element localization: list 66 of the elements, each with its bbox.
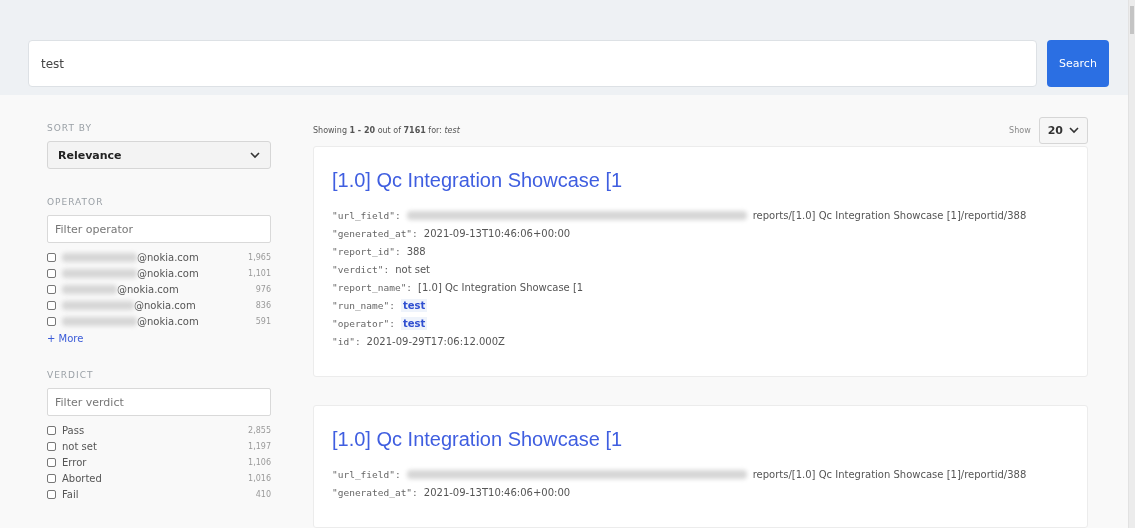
field-value: test [400, 316, 428, 330]
chevron-down-icon [1069, 126, 1079, 134]
chevron-down-icon [250, 151, 260, 159]
field-value: 388 [406, 245, 426, 257]
facet-count: 591 [255, 316, 271, 326]
checkbox[interactable] [47, 473, 56, 483]
field-key: "report_name": [332, 281, 413, 293]
facet-count: 1,197 [248, 441, 271, 451]
checkbox[interactable] [47, 300, 56, 310]
field-value: reports/[1.0] Qc Integration Showcase [1]/reportid/388 [752, 209, 1027, 221]
search-button[interactable]: Search [1047, 40, 1109, 87]
section-title: OPERATOR [47, 197, 105, 207]
facet-count: 1,965 [248, 252, 271, 262]
checkbox[interactable] [47, 425, 56, 435]
filter-field[interactable]: Filter operator [47, 215, 271, 243]
checkbox[interactable] [47, 441, 56, 451]
facet-label: @nokia.com [137, 267, 200, 279]
field-value: test [400, 298, 428, 312]
facet-label: @nokia.com [117, 283, 180, 295]
facet-label: @nokia.com [134, 299, 197, 311]
facet-label: Error [62, 456, 88, 468]
field-key: "generated_at": [332, 227, 418, 239]
facet-label: Pass [62, 424, 86, 436]
results-summary: Showing 1 - 20 out of 7161 for: test [313, 125, 460, 135]
field-value: 2021-09-13T10:46:06+00:00 [423, 486, 571, 498]
field-key: "run_name": [332, 299, 395, 311]
facet-label: Fail [62, 488, 80, 500]
facet-count: 976 [255, 284, 271, 294]
field-value: reports/[1.0] Qc Integration Showcase [1]/reportid/388 [752, 468, 1027, 480]
field-key: "verdict": [332, 263, 390, 275]
checkbox[interactable] [47, 316, 56, 326]
facet-count: 1,016 [248, 473, 271, 483]
search-field[interactable]: test [28, 40, 1037, 87]
field-value: 2021-09-13T10:46:06+00:00 [423, 227, 571, 239]
page-size-select[interactable]: 20 [1038, 116, 1088, 144]
field-key: "operator": [332, 317, 395, 329]
more-link[interactable]: + More [47, 333, 271, 344]
field-key: "url_field": [332, 468, 401, 480]
filter-field[interactable]: Filter verdict [47, 388, 271, 416]
result-title[interactable]: [1.0] Qc Integration Showcase [1 [332, 169, 1069, 192]
section-title: SORT BY [47, 123, 93, 133]
facet-label: not set [62, 440, 98, 452]
sort-select[interactable]: Relevance [47, 141, 271, 169]
facet-count: 2,855 [248, 425, 271, 435]
checkbox[interactable] [47, 284, 56, 294]
field-key: "generated_at": [332, 486, 418, 498]
facet-count: 1,101 [248, 268, 271, 278]
facet-count: 836 [255, 300, 271, 310]
show-label: Show [1009, 125, 1031, 135]
result-title[interactable]: [1.0] Qc Integration Showcase [1 [332, 428, 1069, 451]
checkbox[interactable] [47, 489, 56, 499]
facet-label: @nokia.com [137, 251, 200, 263]
field-value: [1.0] Qc Integration Showcase [1 [418, 281, 584, 293]
checkbox[interactable] [47, 252, 56, 262]
checkbox[interactable] [47, 268, 56, 278]
field-value: not set [395, 263, 431, 275]
checkbox[interactable] [47, 457, 56, 467]
facet-label: Aborted [62, 472, 103, 484]
field-key: "url_field": [332, 209, 401, 221]
field-key: "report_id": [332, 245, 401, 257]
facet-count: 1,106 [248, 457, 271, 467]
field-key: "id": [332, 335, 361, 347]
field-value: 2021-09-29T17:06:12.000Z [366, 335, 505, 347]
facet-count: 410 [255, 489, 271, 499]
section-title: VERDICT [47, 370, 95, 380]
facet-label: @nokia.com [137, 315, 200, 327]
